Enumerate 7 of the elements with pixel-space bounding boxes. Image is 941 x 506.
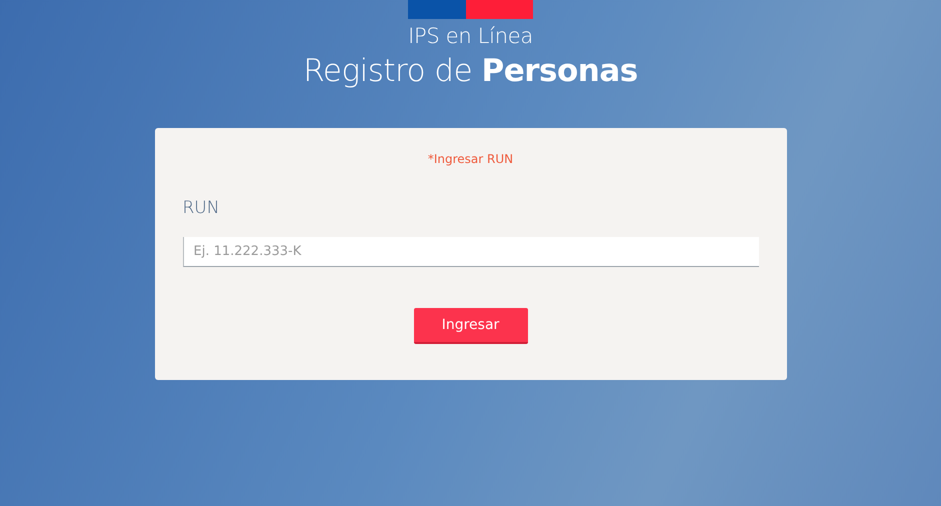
input-field[interactable]: Ej. 11.222.333-K xyxy=(182,237,758,268)
field-label: RUN xyxy=(182,196,220,220)
error-message: *Ingresar RUN xyxy=(426,150,514,168)
submit-button[interactable]: Ingresar xyxy=(414,308,528,344)
flag-icon xyxy=(408,0,533,19)
page-title: Registro de Personas xyxy=(303,52,638,90)
brand-name: IPS en Línea xyxy=(408,23,533,50)
